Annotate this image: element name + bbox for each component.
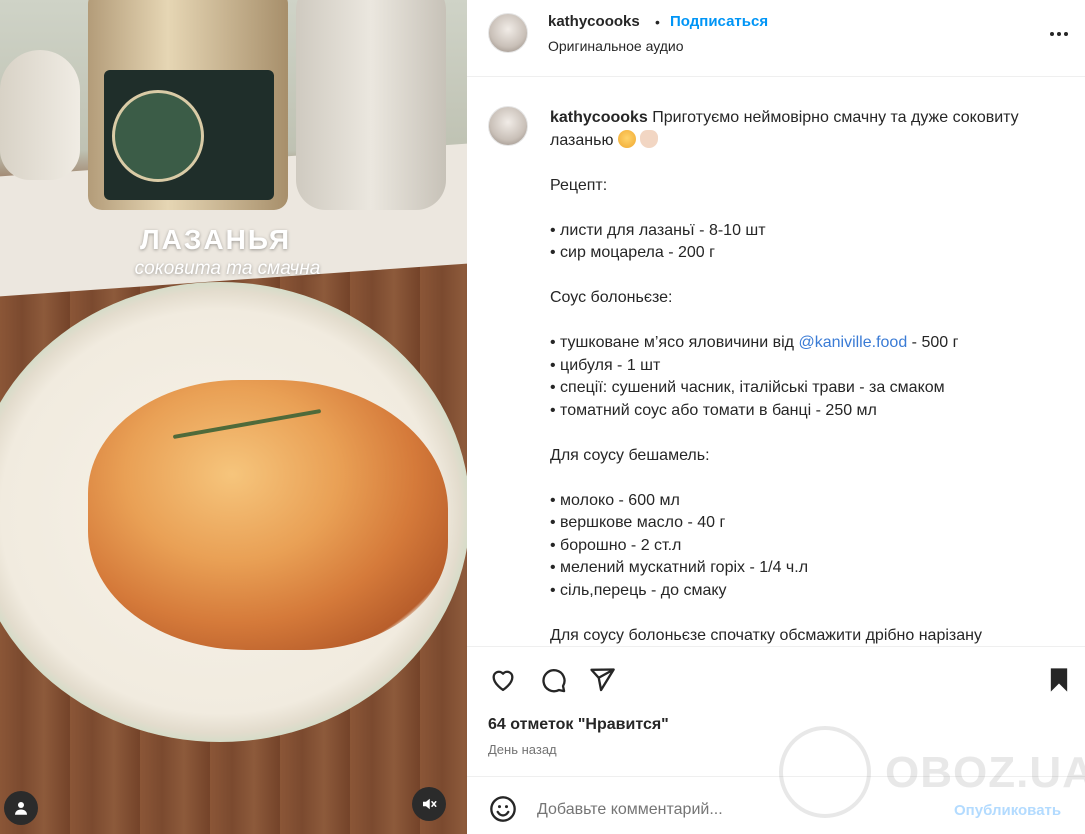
ingredient-line: • листи для лазаньї - 8-10 шт [550,221,766,239]
likes-count[interactable]: 64 отметок "Нравится" [488,716,669,734]
caption-scroll-area[interactable]: kathycoooks Приготуємо неймовірно смачну… [467,78,1085,646]
media-subtitle: соковита та смачна [134,258,321,279]
tagged-users-button[interactable] [4,791,38,825]
comment-bar: Опубликовать [467,776,1085,834]
publish-button[interactable]: Опубликовать [954,802,1061,819]
bolognese-label: Соус болоньєзе: [550,289,673,306]
bolognese-meat-suffix: - 500 г [911,334,959,351]
caption-username[interactable]: kathycoooks [550,109,648,126]
bechamel-label: Для соусу бешамель: [550,446,710,464]
comment-input[interactable] [537,801,937,819]
bolognese-meat-line: • тушковане м’ясо яловичини від @kanivil… [550,332,1070,355]
kaniville-mention-link[interactable]: @kaniville.food [798,334,907,351]
bechamel-line: • вершкове масло - 40 г [550,514,726,531]
author-avatar[interactable] [488,13,528,53]
relieved-face-emoji-icon [617,129,636,148]
more-options-icon[interactable] [1044,24,1074,44]
actions-bar: 64 отметок "Нравится" День назад [467,646,1085,776]
follow-button[interactable]: Подписаться [670,13,768,30]
share-icon[interactable] [587,665,617,695]
header-separator: • [655,14,660,30]
audio-label[interactable]: Оригинальное аудио [548,38,684,54]
caption-intro: kathycoooks Приготуємо неймовірно смачну… [550,107,1070,152]
post-time[interactable]: День назад [488,742,557,757]
bechamel-line: • борошно - 2 ст.л [550,536,682,554]
mute-toggle-button[interactable] [412,787,446,821]
bookmark-icon[interactable] [1044,665,1074,695]
heart-icon[interactable] [488,665,518,695]
bolognese-meat-prefix: • тушковане м’ясо яловичини від [550,334,795,351]
bechamel-line: • сіль,перець - до смаку [550,581,727,599]
emoji-icon[interactable] [488,794,518,824]
bechamel-line: • молоко - 600 мл [550,491,680,509]
bolognese-line: • томатний соус або томати в банці - 250… [550,401,877,419]
bolognese-line: • спеції: сушений часник, італійські тра… [550,379,945,396]
bolognese-line: • цибуля - 1 шт [550,356,661,374]
user-icon [15,802,27,815]
caption-text: kathycoooks Приготуємо неймовірно смачну… [550,107,1070,646]
media-title: ЛАЗАНЬЯ [139,224,292,255]
comment-icon[interactable] [538,665,568,695]
recipe-label: Рецепт: [550,176,608,194]
post-media[interactable]: ЛАЗАНЬЯ соковита та смачна [0,0,467,834]
can-brand-badge [112,90,204,182]
post-header: kathycoooks • Подписаться Оригинальное а… [467,0,1085,77]
caption-avatar[interactable] [488,106,528,146]
ceramic-jug [296,0,446,210]
post-panel: kathycoooks • Подписаться Оригинальное а… [467,0,1085,834]
author-username[interactable]: kathycoooks [548,13,640,30]
ingredient-line: • сир моцарела - 200 г [550,244,715,261]
method-text: Для соусу болоньєзе спочатку обсмажити д… [550,626,982,644]
ceramic-hen-figure [0,50,80,180]
hand-emoji-icon [640,129,659,148]
speaker-muted-icon [423,798,437,810]
bechamel-line: • мелений мускатний горіх - 1/4 ч.л [550,559,809,576]
